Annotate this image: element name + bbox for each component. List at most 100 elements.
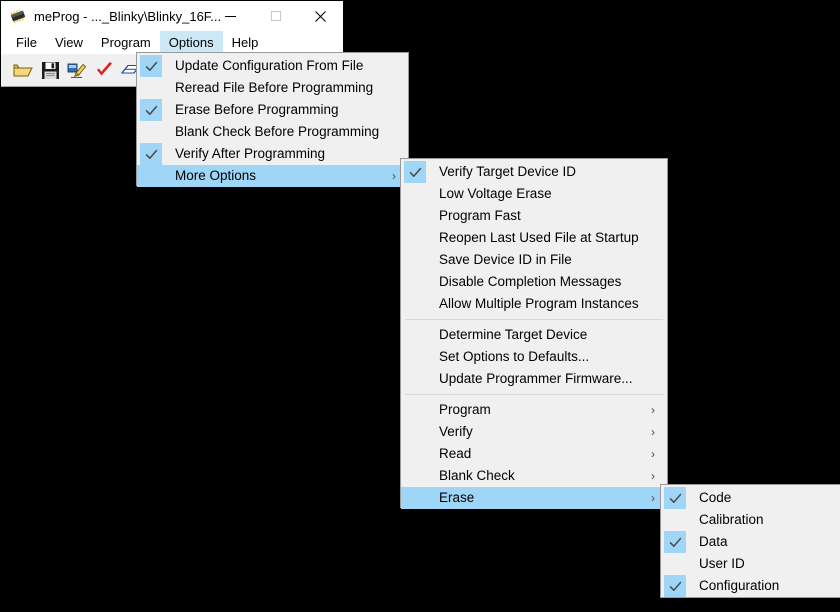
menu-item-verify-target-device-id[interactable]: Verify Target Device ID (401, 161, 667, 183)
chevron-right-icon: › (651, 447, 655, 461)
menu-item-save-device-id-in-file[interactable]: Save Device ID in File (401, 249, 667, 271)
menu-item-erase-configuration[interactable]: Configuration (661, 575, 840, 597)
menu-item-update-configuration-from-file[interactable]: Update Configuration From File (137, 55, 408, 77)
menu-item-label: Low Voltage Erase (439, 186, 552, 201)
menu-item-erase-user-id[interactable]: User ID (661, 553, 840, 575)
window-title: meProg - ..._Blinky\Blinky_16F... (34, 8, 222, 24)
maximize-icon (270, 11, 281, 21)
menu-item-label: Read (439, 446, 472, 461)
checkmark-slot (404, 465, 426, 487)
menu-item-low-voltage-erase[interactable]: Low Voltage Erase (401, 183, 667, 205)
checkmark-slot (404, 421, 426, 443)
program-device-icon (67, 63, 87, 78)
menu-item-label: Program (439, 402, 491, 417)
checkmark-icon (664, 487, 686, 509)
checkmark-icon (140, 99, 162, 121)
close-icon (315, 10, 326, 22)
chevron-right-icon: › (651, 425, 655, 439)
menubar-item-view[interactable]: View (46, 31, 92, 53)
desktop-background: meProg - ..._Blinky\Blinky_16F... File V… (0, 0, 840, 612)
checkmark-slot (404, 487, 426, 509)
checkmark-slot (404, 183, 426, 205)
menu-item-label: Disable Completion Messages (439, 274, 622, 289)
checkmark-slot (404, 293, 426, 315)
open-file-icon (13, 64, 33, 77)
menu-item-set-options-to-defaults[interactable]: Set Options to Defaults... (401, 346, 667, 368)
close-button[interactable] (298, 1, 343, 31)
menu-item-label: User ID (699, 556, 745, 571)
menu-item-label: Blank Check (439, 468, 515, 483)
menu-item-erase-data[interactable]: Data (661, 531, 840, 553)
menu-item-label: More Options (175, 168, 257, 183)
checkmark-slot (404, 368, 426, 390)
menu-item-label: Blank Check Before Programming (175, 124, 380, 139)
menu-item-verify[interactable]: Verify › (401, 421, 667, 443)
menu-item-reread-file-before-programming[interactable]: Reread File Before Programming (137, 77, 408, 99)
menu-item-label: Configuration (699, 578, 780, 593)
chevron-right-icon: › (651, 469, 655, 483)
menu-item-label: Erase (439, 490, 475, 505)
menu-item-label: Erase Before Programming (175, 102, 339, 117)
checkmark-slot (404, 205, 426, 227)
checkmark-icon (664, 531, 686, 553)
save-file-button[interactable] (39, 59, 61, 81)
menu-item-disable-completion-messages[interactable]: Disable Completion Messages (401, 271, 667, 293)
more-options-menu: Verify Target Device ID Low Voltage Eras… (400, 158, 668, 509)
chevron-right-icon: › (392, 169, 396, 183)
menu-item-blank-check-before-programming[interactable]: Blank Check Before Programming (137, 121, 408, 143)
verify-icon (96, 61, 112, 75)
menu-item-reopen-last-used-file-at-startup[interactable]: Reopen Last Used File at Startup (401, 227, 667, 249)
menu-item-label: Verify Target Device ID (439, 164, 577, 179)
menu-item-label: Set Options to Defaults... (439, 349, 590, 364)
microchip-icon (8, 6, 28, 26)
program-device-button[interactable] (66, 59, 88, 81)
save-file-icon (41, 61, 59, 79)
menu-item-update-programmer-firmware[interactable]: Update Programmer Firmware... (401, 368, 667, 390)
caption-buttons (208, 1, 343, 31)
verify-button[interactable] (93, 59, 115, 81)
menu-item-label: Program Fast (439, 208, 521, 223)
checkmark-slot (140, 165, 162, 187)
menu-item-erase-calibration[interactable]: Calibration (661, 509, 840, 531)
menu-item-read[interactable]: Read › (401, 443, 667, 465)
options-menu: Update Configuration From File Reread Fi… (136, 52, 409, 187)
checkmark-slot (404, 399, 426, 421)
menu-item-blank-check[interactable]: Blank Check › (401, 465, 667, 487)
checkmark-slot (664, 509, 686, 531)
menu-item-label: Verify (439, 424, 473, 439)
checkmark-slot (404, 346, 426, 368)
menu-item-label: Reread File Before Programming (175, 80, 374, 95)
menu-item-erase-before-programming[interactable]: Erase Before Programming (137, 99, 408, 121)
title-bar: meProg - ..._Blinky\Blinky_16F... (1, 1, 343, 31)
menubar-item-options[interactable]: Options (159, 31, 223, 53)
menubar-item-help[interactable]: Help (223, 31, 268, 53)
menu-item-label: Save Device ID in File (439, 252, 572, 267)
menu-separator (405, 394, 663, 395)
menu-item-label: Update Programmer Firmware... (439, 371, 633, 386)
menu-item-label: Allow Multiple Program Instances (439, 296, 639, 311)
menu-item-verify-after-programming[interactable]: Verify After Programming (137, 143, 408, 165)
menu-item-label: Calibration (699, 512, 764, 527)
menu-item-program-fast[interactable]: Program Fast (401, 205, 667, 227)
chevron-right-icon: › (651, 403, 655, 417)
menu-item-label: Data (699, 534, 728, 549)
menu-item-more-options[interactable]: More Options › (137, 165, 408, 187)
menu-bar: File View Program Options Help (1, 31, 343, 53)
menu-item-allow-multiple-program-instances[interactable]: Allow Multiple Program Instances (401, 293, 667, 315)
menubar-item-file[interactable]: File (7, 31, 46, 53)
chevron-right-icon: › (651, 491, 655, 505)
open-file-button[interactable] (12, 59, 34, 81)
menu-item-erase-code[interactable]: Code (661, 487, 840, 509)
menu-item-erase[interactable]: Erase › (401, 487, 667, 509)
menu-item-determine-target-device[interactable]: Determine Target Device (401, 324, 667, 346)
checkmark-icon (140, 55, 162, 77)
maximize-button[interactable] (253, 1, 298, 31)
minimize-button[interactable] (208, 1, 253, 31)
checkmark-slot (664, 553, 686, 575)
menu-item-program[interactable]: Program › (401, 399, 667, 421)
checkmark-slot (404, 324, 426, 346)
checkmark-icon (404, 161, 426, 183)
menubar-item-program[interactable]: Program (92, 31, 160, 53)
checkmark-icon (664, 575, 686, 597)
erase-submenu: Code Calibration Data User ID Configurat… (660, 484, 840, 598)
